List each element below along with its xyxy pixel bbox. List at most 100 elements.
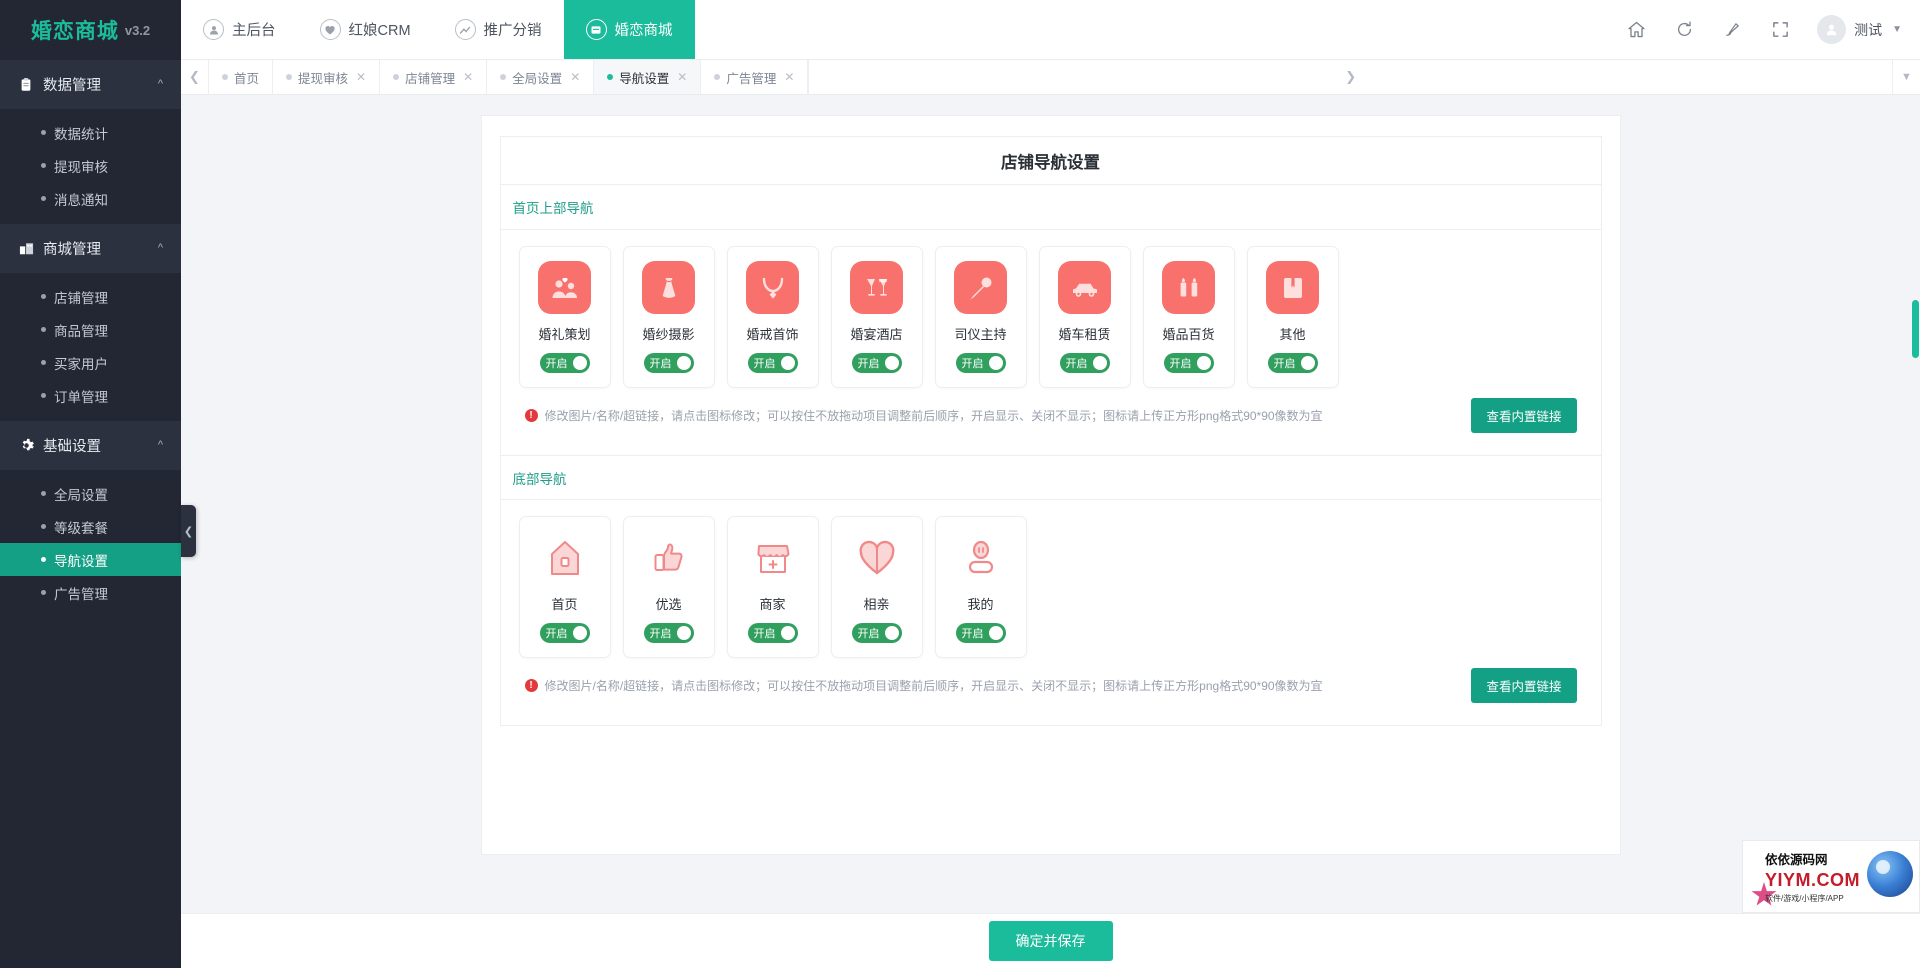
- nav-card-wedding-ring-jewelry[interactable]: 婚戒首饰 开启: [727, 246, 819, 388]
- tab-global-settings[interactable]: 全局设置 ✕: [487, 60, 594, 94]
- sidebar-item-product-management[interactable]: 商品管理: [0, 313, 181, 346]
- dress-icon[interactable]: [642, 261, 695, 314]
- home-outline-icon[interactable]: [538, 531, 591, 584]
- nav-card-toggle[interactable]: 开启: [956, 353, 1006, 373]
- nav-card-toggle[interactable]: 开启: [540, 353, 590, 373]
- sidebar-item-data-statistics[interactable]: 数据统计: [0, 116, 181, 149]
- sidebar-item-message-notice[interactable]: 消息通知: [0, 182, 181, 215]
- nav-card-selected[interactable]: 优选 开启: [623, 516, 715, 658]
- nav-card-banquet-hotel[interactable]: 婚宴酒店 开启: [831, 246, 923, 388]
- sidebar-group-mall-management[interactable]: 商城管理 ^: [0, 224, 181, 273]
- thumbs-up-icon[interactable]: [642, 531, 695, 584]
- close-icon[interactable]: ✕: [784, 70, 794, 84]
- tab-ad-management[interactable]: 广告管理 ✕: [701, 60, 808, 94]
- sidebar-item-order-management[interactable]: 订单管理: [0, 379, 181, 412]
- sidebar-group-basic-settings[interactable]: 基础设置 ^: [0, 421, 181, 470]
- bullet-icon: [41, 590, 46, 595]
- nav-card-toggle[interactable]: 开启: [852, 623, 902, 643]
- sidebar-item-label: 买家用户: [54, 353, 108, 373]
- nav-card-toggle[interactable]: 开启: [852, 353, 902, 373]
- sidebar-group-data-management[interactable]: 数据管理 ^: [0, 60, 181, 109]
- chevron-up-icon: ^: [158, 439, 163, 451]
- sidebar-item-withdraw-review[interactable]: 提现审核: [0, 149, 181, 182]
- toggle-label: 开启: [751, 355, 776, 371]
- sidebar-item-global-settings[interactable]: 全局设置: [0, 477, 181, 510]
- tab-home[interactable]: 首页: [209, 60, 273, 94]
- sidebar-item-buyer-users[interactable]: 买家用户: [0, 346, 181, 379]
- close-icon[interactable]: ✕: [356, 70, 366, 84]
- bullet-icon: [500, 74, 506, 80]
- nav-card-toggle[interactable]: 开启: [1164, 353, 1214, 373]
- nav-card-home[interactable]: 首页 开启: [519, 516, 611, 658]
- user-menu[interactable]: 测试 ▼: [1809, 15, 1902, 44]
- clipboard-icon: [18, 77, 34, 93]
- watermark-globe-icon: [1867, 851, 1913, 897]
- sidebar-item-navigation-settings[interactable]: 导航设置: [0, 543, 181, 576]
- nav-card-emcee-host[interactable]: 司仪主持 开启: [935, 246, 1027, 388]
- nav-card-merchant[interactable]: 商家 开启: [727, 516, 819, 658]
- vertical-scrollbar-track[interactable]: [1911, 190, 1920, 913]
- toggle-knob: [573, 356, 587, 370]
- tab-navigation-settings[interactable]: 导航设置 ✕: [594, 60, 701, 94]
- tab-withdraw-review[interactable]: 提现审核 ✕: [273, 60, 380, 94]
- nav-card-wedding-photography[interactable]: 婚纱摄影 开启: [623, 246, 715, 388]
- person-outline-icon[interactable]: [954, 531, 1007, 584]
- book-icon[interactable]: [1266, 261, 1319, 314]
- sidebar-collapse-toggle[interactable]: ❮: [181, 505, 196, 557]
- tabstrip-more-menu[interactable]: ▼: [1892, 60, 1920, 94]
- vertical-scrollbar-thumb[interactable]: [1912, 300, 1919, 358]
- refresh-icon[interactable]: [1665, 11, 1703, 49]
- tabstrip-scroll-right[interactable]: ❯: [808, 60, 1892, 94]
- sidebar-item-ad-management[interactable]: 广告管理: [0, 576, 181, 609]
- nav-card-label: 商家: [759, 594, 785, 613]
- heart-outline-icon[interactable]: [850, 531, 903, 584]
- necklace-icon[interactable]: [746, 261, 799, 314]
- tab-label: 广告管理: [726, 68, 776, 87]
- nav-card-toggle[interactable]: 开启: [1060, 353, 1110, 373]
- shop-outline-icon[interactable]: [746, 531, 799, 584]
- nav-card-wedding-goods[interactable]: 婚品百货 开启: [1143, 246, 1235, 388]
- save-button[interactable]: 确定并保存: [989, 921, 1113, 961]
- fullscreen-icon[interactable]: [1761, 11, 1799, 49]
- sidebar-item-label: 数据统计: [54, 123, 108, 143]
- gift-candles-icon[interactable]: [1162, 261, 1215, 314]
- microphone-icon[interactable]: [954, 261, 1007, 314]
- home-icon[interactable]: [1617, 11, 1655, 49]
- nav-card-toggle[interactable]: 开启: [748, 623, 798, 643]
- brand-logo[interactable]: 婚恋商城 v3.2: [0, 0, 181, 60]
- family-icon[interactable]: [538, 261, 591, 314]
- user-name: 测试: [1854, 20, 1882, 40]
- watermark-line2: YIYM.COM: [1765, 870, 1860, 891]
- theme-brush-icon[interactable]: [1713, 11, 1751, 49]
- tab-shop-management[interactable]: 店铺管理 ✕: [380, 60, 487, 94]
- nav-card-toggle[interactable]: 开启: [644, 623, 694, 643]
- nav-card-wedding-planning[interactable]: 婚礼策划 开启: [519, 246, 611, 388]
- top-tab-main-admin[interactable]: 主后台: [181, 0, 298, 59]
- bullet-icon: [607, 74, 613, 80]
- nav-card-toggle[interactable]: 开启: [1268, 353, 1318, 373]
- nav-card-dating[interactable]: 相亲 开启: [831, 516, 923, 658]
- nav-card-mine[interactable]: 我的 开启: [935, 516, 1027, 658]
- view-builtin-links-button-bottom[interactable]: 查看内置链接: [1471, 668, 1576, 703]
- nav-card-toggle[interactable]: 开启: [956, 623, 1006, 643]
- nav-card-toggle[interactable]: 开启: [540, 623, 590, 643]
- wine-glasses-icon[interactable]: [850, 261, 903, 314]
- bullet-icon: [41, 524, 46, 529]
- sidebar-item-level-package[interactable]: 等级套餐: [0, 510, 181, 543]
- bullet-icon: [41, 360, 46, 365]
- nav-card-toggle[interactable]: 开启: [748, 353, 798, 373]
- tabstrip-scroll-left[interactable]: ❮: [181, 60, 209, 94]
- close-icon[interactable]: ✕: [677, 70, 687, 84]
- sidebar-item-label: 导航设置: [54, 550, 108, 570]
- top-tab-wedding-mall[interactable]: 婚恋商城: [564, 0, 695, 59]
- top-tab-matchmaker-crm[interactable]: 红娘CRM: [298, 0, 433, 59]
- close-icon[interactable]: ✕: [463, 70, 473, 84]
- view-builtin-links-button-top[interactable]: 查看内置链接: [1471, 398, 1576, 433]
- sidebar-item-shop-management[interactable]: 店铺管理: [0, 280, 181, 313]
- nav-card-toggle[interactable]: 开启: [644, 353, 694, 373]
- nav-card-wedding-car-rental[interactable]: 婚车租赁 开启: [1039, 246, 1131, 388]
- car-icon[interactable]: [1058, 261, 1111, 314]
- close-icon[interactable]: ✕: [570, 70, 580, 84]
- nav-card-other[interactable]: 其他 开启: [1247, 246, 1339, 388]
- top-tab-promotion-distribution[interactable]: 推广分销: [433, 0, 564, 59]
